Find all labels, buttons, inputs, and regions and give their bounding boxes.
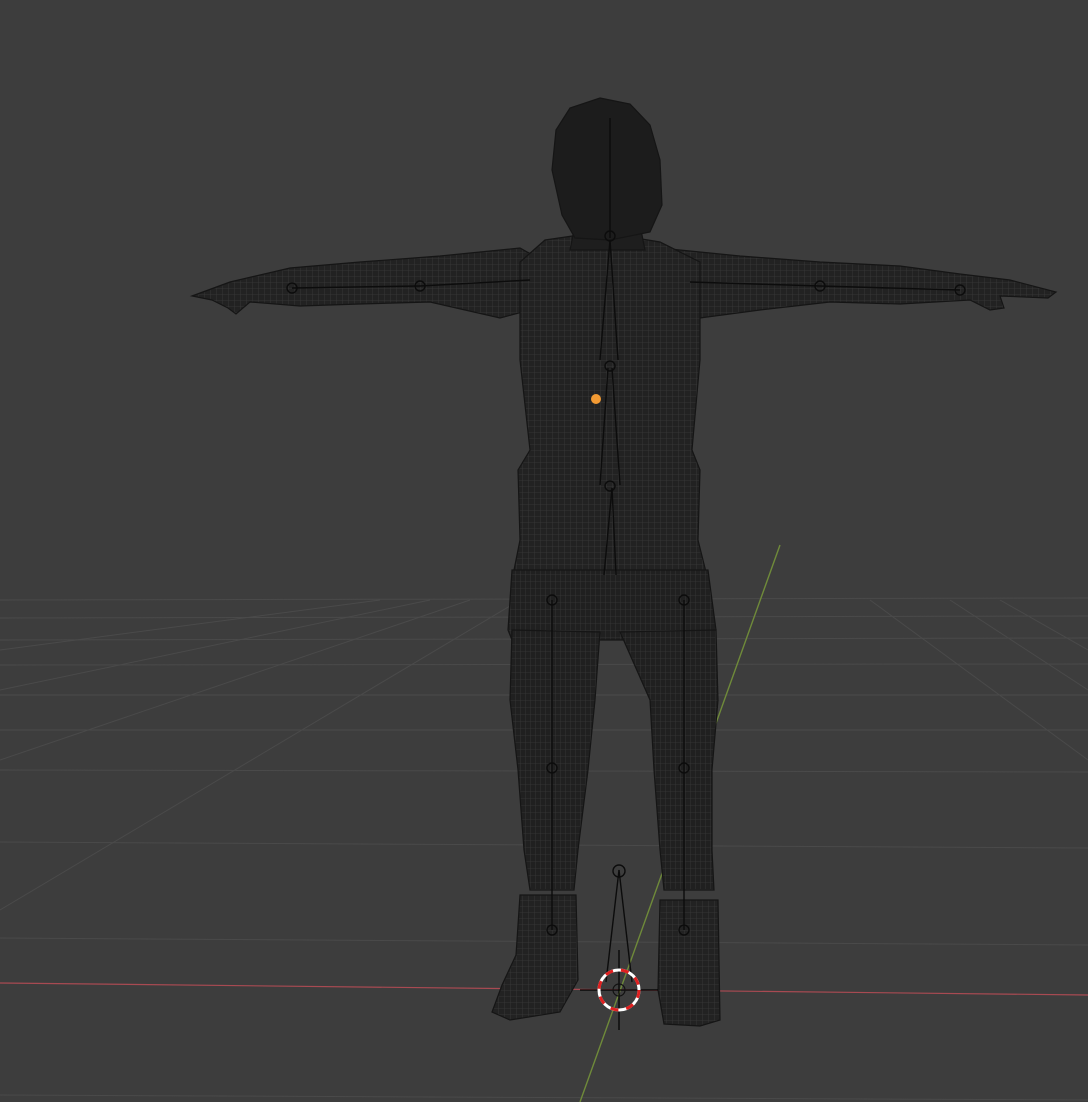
viewport-scene[interactable] [0, 0, 1088, 1102]
character-mesh[interactable] [189, 97, 1058, 1027]
3d-cursor[interactable] [580, 950, 658, 1030]
left-leg[interactable] [509, 629, 601, 891]
left-boot[interactable] [491, 894, 579, 1021]
torso[interactable] [511, 231, 709, 581]
origin-point[interactable] [591, 394, 601, 404]
left-arm[interactable] [189, 247, 546, 319]
right-leg[interactable] [619, 629, 719, 891]
right-boot[interactable] [657, 899, 721, 1027]
head-hair[interactable] [551, 97, 663, 241]
3d-viewport[interactable] [0, 0, 1088, 1102]
